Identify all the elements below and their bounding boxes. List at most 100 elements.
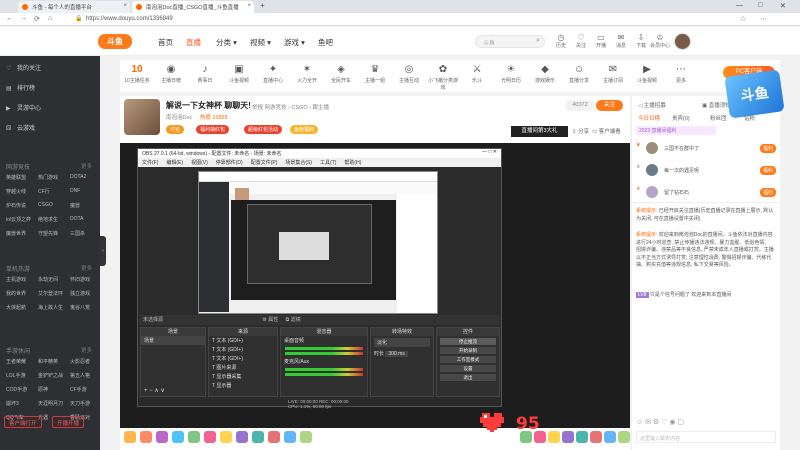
obs-source-item[interactable]: T 图片来源 [209, 363, 277, 372]
sidebar-game-link[interactable]: 大侠起航 [6, 304, 26, 311]
sidebar-game-link[interactable]: lol云顶之弈 [6, 216, 31, 223]
obs-stop-stream-button[interactable]: 停止推流 [440, 338, 496, 345]
sidebar-game-link[interactable]: 守望先锋 [38, 230, 58, 237]
chat-input[interactable]: 这里输入聊天内容 [636, 431, 776, 443]
sidebar-game-link[interactable]: 第五人格 [70, 372, 90, 379]
history-button[interactable]: ◷ 历史 [551, 33, 571, 49]
sidebar-game-link[interactable]: CF手游 [70, 386, 87, 393]
category-item[interactable]: ☺ 直播分享 [564, 63, 594, 84]
gift-item-icon[interactable] [590, 431, 602, 443]
gift-item-icon[interactable] [618, 431, 630, 443]
sidebar-game-link[interactable]: 三国杀 [70, 230, 85, 237]
room-tag[interactable]: 福利抽红包 [196, 125, 230, 134]
sidebar-game-link[interactable]: 艾尔登法环 [38, 290, 63, 297]
share-button[interactable]: ⇪ 分享 [572, 127, 589, 135]
anchor-recruit-link[interactable]: ◁ 主播招募 [638, 101, 666, 109]
gift-item-icon[interactable] [220, 431, 232, 443]
sidebar-game-link[interactable]: 火影忍者 [70, 358, 90, 365]
go-live-sidebar-button[interactable]: 开播开播 [52, 416, 85, 428]
sidebar-game-link[interactable]: DOTA2 [70, 174, 86, 180]
obs-source-item[interactable]: T 文本 (GDI+) [209, 354, 277, 363]
obs-menu-item[interactable]: 帮助(H) [344, 160, 361, 166]
gift-item-icon[interactable] [562, 431, 574, 443]
obs-scene-tools[interactable]: + − ∧ ∨ [144, 387, 165, 394]
extensions-icon[interactable]: ⋯ [760, 15, 767, 23]
sidebar-game-link[interactable]: 绝地求生 [38, 216, 58, 223]
nav-home[interactable]: 首页 [158, 37, 173, 48]
gift-item-icon[interactable] [300, 431, 312, 443]
client-open-button[interactable]: 客户端打开 [4, 416, 42, 428]
gift-item-icon[interactable] [236, 431, 248, 443]
forward-icon[interactable]: → [20, 15, 27, 22]
gift-item-icon[interactable] [188, 431, 200, 443]
category-item[interactable]: ✦ 直播中心 [258, 63, 288, 84]
sidebar-item-cloud-game[interactable]: ⚄ 云游戏 [6, 123, 35, 132]
sidebar-game-link[interactable]: 我的世界 [6, 290, 26, 297]
sidebar-more-link[interactable]: 更多 [81, 346, 92, 354]
sidebar-game-link[interactable]: 怀旧游戏 [70, 276, 90, 283]
category-item[interactable]: ◉ 主播日榜 [156, 63, 186, 84]
sidebar-game-link[interactable]: CSGO [38, 202, 53, 208]
chat-tools[interactable]: ☺ ✉ ⚙ ♡ ◉ ▢ [636, 418, 684, 426]
sidebar-game-link[interactable]: 魔兽世界 [6, 230, 26, 237]
sidebar-game-link[interactable]: 魔兽 [70, 202, 80, 209]
client-watch-button[interactable]: ▭ 客户端看 [592, 127, 621, 135]
obs-menu-item[interactable]: 配置文件(P) [251, 160, 278, 166]
obs-scene-item[interactable]: 场景 [141, 336, 205, 345]
tab-fan-club[interactable]: 粉丝团 [710, 114, 727, 122]
browser-tab[interactable]: 斗鱼 - 每个人的直播平台 × [18, 1, 130, 13]
gift-item-icon[interactable] [140, 431, 152, 443]
refresh-icon[interactable]: ⟳ [34, 15, 40, 23]
gift-item-icon[interactable] [268, 431, 280, 443]
obs-menu-item[interactable]: 工具(T) [320, 160, 336, 166]
category-item[interactable]: ◎ 主播互动 [394, 63, 424, 84]
sidebar-game-link[interactable]: LOL手游 [6, 372, 25, 379]
streamer-avatar[interactable] [124, 99, 160, 135]
sidebar-game-link[interactable]: 鬼谷八荒 [70, 304, 90, 311]
sidebar-item-video[interactable]: ▶ 灵游中心 [6, 103, 41, 112]
nav-live[interactable]: 直播 [186, 37, 201, 48]
gift-item-icon[interactable] [284, 431, 296, 443]
rank-row[interactable]: ♛ 留了钻石石 福利 [636, 186, 776, 200]
maximize-window-button[interactable]: □ [758, 2, 762, 9]
search-icon[interactable]: ⌕ [536, 37, 540, 45]
obs-menu-item[interactable]: 文件(F) [142, 160, 158, 166]
obs-exit-button[interactable]: 退出 [440, 374, 496, 381]
sidebar-game-link[interactable]: CF行 [38, 188, 50, 195]
sidebar-collapse-handle[interactable]: ‹ [100, 236, 106, 266]
sidebar-game-link[interactable]: 穿越火线 [6, 188, 26, 195]
rank-row[interactable]: ♛ 每一次的遇见呢 福利 [636, 164, 776, 178]
category-item[interactable]: ✿ 小飞猪分类游戏 [428, 63, 458, 91]
category-item[interactable]: ♛ 主播一姐 [360, 63, 390, 84]
user-avatar[interactable] [674, 33, 691, 50]
follow-button[interactable]: 关注 [596, 100, 623, 111]
obs-source-item[interactable]: T 显示器 [209, 381, 277, 390]
gift-item-icon[interactable] [576, 431, 588, 443]
sidebar-game-link[interactable]: 和平精英 [38, 358, 58, 365]
category-item[interactable]: ▣ 斗鱼视频 [224, 63, 254, 84]
sidebar-game-link[interactable]: COD手游 [6, 386, 27, 393]
obs-properties-icon[interactable]: ⚙ 属性 [262, 317, 278, 323]
category-item[interactable]: ☀ 光明日历 [496, 63, 526, 84]
back-icon[interactable]: ← [6, 15, 13, 22]
category-item[interactable]: ◈ 全民开车 [326, 63, 356, 84]
room-tag[interactable]: 超级红包活动 [244, 125, 283, 134]
sidebar-game-link[interactable]: 独立游戏 [70, 290, 90, 297]
sidebar-game-link[interactable]: 天涯明月刀 [38, 400, 63, 407]
category-item[interactable]: ▶ 斗鱼视频 [632, 63, 662, 84]
rank-row[interactable]: ♛ 三国不在群中了 福利 [636, 142, 776, 156]
side-promo-logo[interactable]: 斗鱼 [724, 69, 785, 119]
obs-studio-mode-button[interactable]: 工作室模式 [440, 356, 496, 363]
category-item[interactable]: ✉ 主播订阅 [598, 63, 628, 84]
sidebar-more-link[interactable]: 更多 [81, 162, 92, 170]
category-item[interactable]: ♪ 赛事日 [190, 63, 220, 84]
member-center-button[interactable]: ♔ 会员中心 [647, 33, 673, 49]
room-notice[interactable]: 2023 直播间福利 [636, 126, 716, 135]
close-tab-icon[interactable]: × [123, 3, 127, 9]
room-tag[interactable]: 鱼粉福利 [290, 125, 319, 134]
sidebar-game-link[interactable]: 海上故人生 [38, 304, 63, 311]
room-breadcrumb[interactable]: 举报 网游竞技 › CSGO › 跟主播 [252, 103, 329, 111]
obs-window-controls[interactable]: — □ ✕ [482, 149, 497, 155]
obs-settings-button[interactable]: 设置 [440, 365, 496, 372]
sidebar-game-link[interactable]: 永劫无间 [38, 276, 58, 283]
